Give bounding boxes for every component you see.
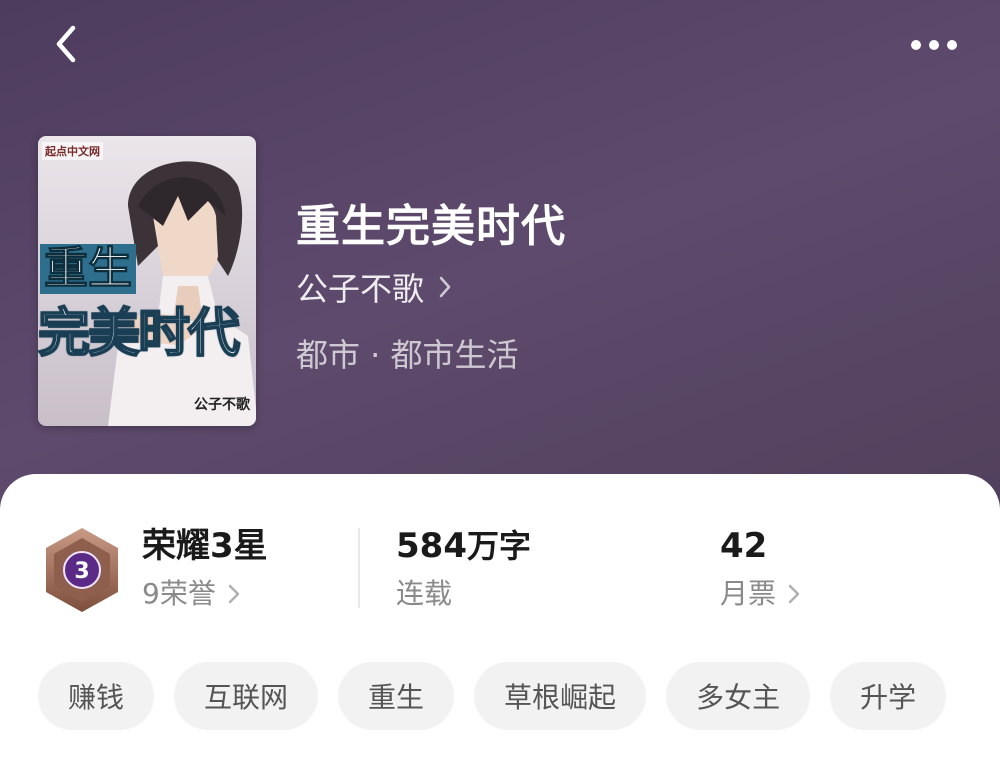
- monthly-ticket-stat[interactable]: 42 月票: [720, 524, 800, 614]
- stats-divider: [358, 528, 360, 608]
- chevron-right-icon: [228, 583, 240, 605]
- cover-title-line2: 完美时代: [38, 303, 241, 365]
- tag-chip[interactable]: 重生: [338, 662, 455, 730]
- tag-chip[interactable]: 互联网: [174, 662, 319, 730]
- author-name: 公子不歌: [296, 270, 425, 308]
- honor-count: 9荣誉: [142, 577, 216, 610]
- monthly-ticket-value: 42: [720, 526, 768, 566]
- chevron-right-icon: [788, 583, 800, 605]
- serial-status: 连载: [396, 577, 453, 610]
- honor-badge-number: 3: [74, 559, 89, 584]
- tag-chip[interactable]: 草根崛起: [474, 662, 647, 730]
- cover-publisher: 起点中文网: [42, 142, 103, 160]
- honor-label-row: 9荣誉: [142, 574, 268, 614]
- book-title: 重生完美时代: [296, 201, 566, 252]
- word-count-stat: 584万字 连载: [396, 524, 531, 614]
- cover-title-line1: 重生: [40, 243, 136, 294]
- monthly-ticket-label: 月票: [720, 577, 777, 610]
- back-button[interactable]: [44, 22, 88, 66]
- cover-author: 公子不歌: [194, 397, 250, 413]
- tag-chip[interactable]: 升学: [830, 662, 947, 730]
- tag-list: 赚钱 互联网 重生 草根崛起 多女主 升学: [38, 662, 947, 730]
- honor-badge-icon: 3: [46, 528, 118, 612]
- word-count-number: 584: [396, 526, 467, 566]
- more-button[interactable]: [906, 30, 962, 60]
- more-dots-icon: [911, 40, 957, 50]
- tag-chip[interactable]: 赚钱: [38, 662, 155, 730]
- book-stats-card: 3 荣耀3星 9荣誉 584万字 连载 42 月票 赚钱 互联网 重生 草根崛起…: [0, 474, 1000, 762]
- book-genre: 都市 · 都市生活: [296, 336, 519, 374]
- honor-stat[interactable]: 荣耀3星 9荣誉: [142, 524, 268, 614]
- author-link[interactable]: 公子不歌: [296, 264, 452, 310]
- chevron-right-icon: [438, 275, 452, 299]
- word-count-unit: 万字: [466, 527, 531, 565]
- honor-title: 荣耀3星: [142, 526, 268, 566]
- word-count-value: 584万字: [396, 524, 531, 568]
- book-cover[interactable]: 起点中文网 重生 完美时代 公子不歌: [38, 136, 256, 426]
- chevron-left-icon: [56, 25, 76, 63]
- tag-chip[interactable]: 多女主: [666, 662, 811, 730]
- monthly-ticket-label-row: 月票: [720, 574, 800, 614]
